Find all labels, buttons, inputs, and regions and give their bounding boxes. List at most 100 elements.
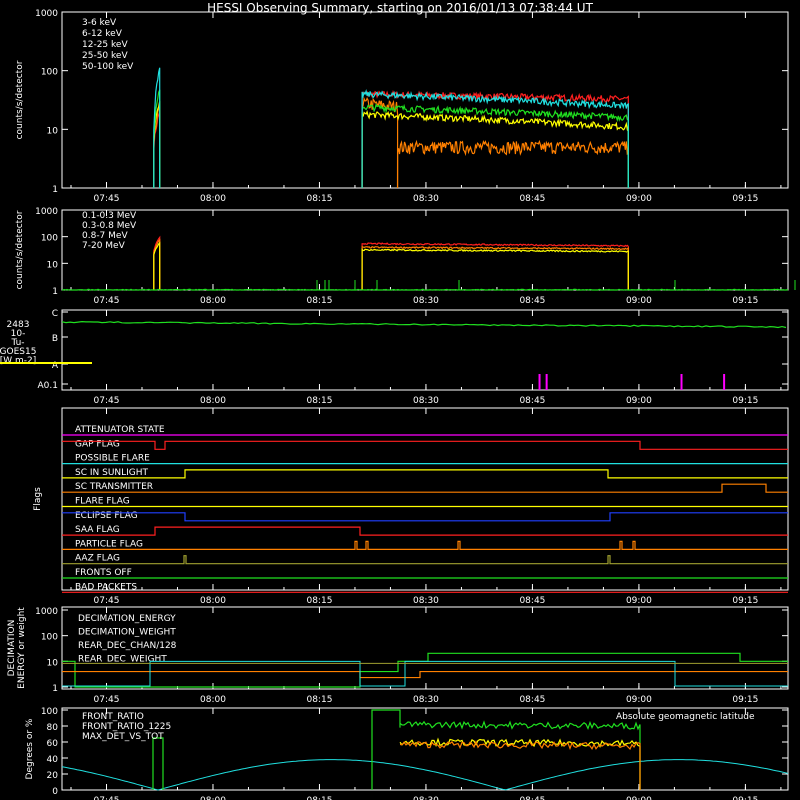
y-tick-label: 40 [47,755,59,765]
x-tick-label: 07:45 [94,194,120,204]
flag-trace [62,540,788,550]
y-tick-label: 1000 [35,207,58,217]
y-axis-label: counts/s/detector [15,210,25,289]
x-tick-label: 09:00 [626,194,652,204]
observing-summary-chart: HESSI Observing Summary, starting on 201… [0,1,796,800]
legend-entry: Absolute geomagnetic latitude [616,712,755,722]
x-tick-label: 08:30 [413,695,439,705]
legend-entry: 6-12 keV [82,29,123,39]
y-tick-label: 100 [41,707,58,717]
x-tick-label: 08:15 [306,296,332,306]
series-line [152,737,164,790]
x-tick-label: 08:45 [519,296,545,306]
legend-entry: DECIMATION_WEIGHT [78,628,176,638]
x-tick-label: 09:00 [626,695,652,705]
y-tick-label: 1 [52,287,58,297]
y-tick-label: A0.1 [38,381,58,391]
x-tick-label: 08:15 [306,596,332,606]
series-line [62,670,788,679]
y-axis-label: Flags [33,487,43,511]
y-tick-label: 100 [41,633,58,643]
series-line [62,660,788,687]
series-line [371,709,401,790]
x-tick-label: 08:45 [519,695,545,705]
x-tick-label: 07:45 [94,796,120,800]
x-tick-label: 09:15 [732,695,758,705]
flag-label: SAA FLAG [75,525,120,535]
x-tick-label: 08:30 [413,596,439,606]
x-tick-label: 08:00 [200,296,226,306]
x-tick-label: 09:15 [732,296,758,306]
y-tick-label: 60 [47,739,59,749]
flag-trace [62,512,788,522]
y-tick-label: 10 [47,260,59,270]
flag-label: PARTICLE FLAG [75,539,143,549]
series-line [62,652,788,688]
legend-entry: 12-25 keV [82,40,128,50]
x-tick-label: 08:45 [519,796,545,800]
flag-trace [62,526,788,536]
legend-entry: FRONT_RATIO_1225 [82,722,171,732]
legend-entry: 7-20 MeV [82,241,126,251]
x-tick-label: 09:00 [626,796,652,800]
y-tick-label: 20 [47,771,59,781]
legend-entry: 0.8-7 MeV [82,231,128,241]
panel-frame [61,11,789,189]
x-tick-label: 09:15 [732,396,758,406]
x-tick-label: 08:15 [306,695,332,705]
x-tick-label: 08:15 [306,796,332,800]
series-line [62,288,789,291]
series-line [399,720,641,790]
y-tick-label: 1000 [35,607,58,617]
y-tick-label: 10 [47,658,59,668]
y-tick-label: 10 [47,126,59,136]
x-tick-label: 08:30 [413,396,439,406]
x-tick-label: 09:00 [626,296,652,306]
y-tick-label: 100 [41,68,58,78]
y-tick-label: 1 [52,684,58,694]
legend-entry: MAX_DET_VS_TOT [82,732,164,742]
x-tick-label: 08:15 [306,194,332,204]
y-tick-label: 100 [41,234,58,244]
flag-label: SC TRANSMITTER [75,482,153,492]
flag-trace [62,440,788,450]
x-tick-label: 08:45 [519,194,545,204]
y-axis-label: ENERGY or weight [17,607,27,689]
chart-title: HESSI Observing Summary, starting on 201… [207,1,593,15]
flag-label: ATTENUATOR STATE [75,425,165,435]
flag-label: AAZ FLAG [75,554,120,564]
x-tick-label: 08:00 [200,596,226,606]
flag-trace [62,555,788,565]
y-tick-label: 0 [52,787,58,797]
x-tick-label: 08:30 [413,796,439,800]
x-tick-label: 07:45 [94,695,120,705]
legend-entry: DECIMATION_ENERGY [78,614,176,624]
series-line [61,759,789,791]
flag-trace [62,469,788,479]
flag-label: FRONTS OFF [75,568,132,578]
x-tick-label: 09:00 [626,596,652,606]
x-tick-label: 08:45 [519,396,545,406]
x-tick-label: 09:15 [732,194,758,204]
legend-entry: 0.3-0.8 MeV [82,221,137,231]
legend-entry: REAR_DEC_CHAN/128 [78,641,177,651]
series-line [361,248,629,291]
y-tick-label: 1000 [35,9,58,19]
flag-label: SC IN SUNLIGHT [75,468,149,478]
y-axis-label: counts/s/detector [15,60,25,139]
y-tick-label: B [52,334,58,344]
x-tick-label: 07:45 [94,396,120,406]
y-axis-label: DECIMATION [7,620,17,677]
legend-entry: FRONT_RATIO [82,712,144,722]
legend-entry: 0.1-0.3 MeV [82,211,137,221]
x-tick-label: 07:45 [94,296,120,306]
x-tick-label: 09:15 [732,596,758,606]
x-tick-label: 07:45 [94,596,120,606]
flag-label: POSSIBLE FLARE [75,454,150,464]
y-tick-label: C [52,309,58,319]
flag-trace [62,483,788,493]
series-line [396,139,629,189]
x-tick-label: 08:00 [200,796,226,800]
x-tick-label: 09:15 [732,796,758,800]
y-tick-label: 80 [47,723,59,733]
